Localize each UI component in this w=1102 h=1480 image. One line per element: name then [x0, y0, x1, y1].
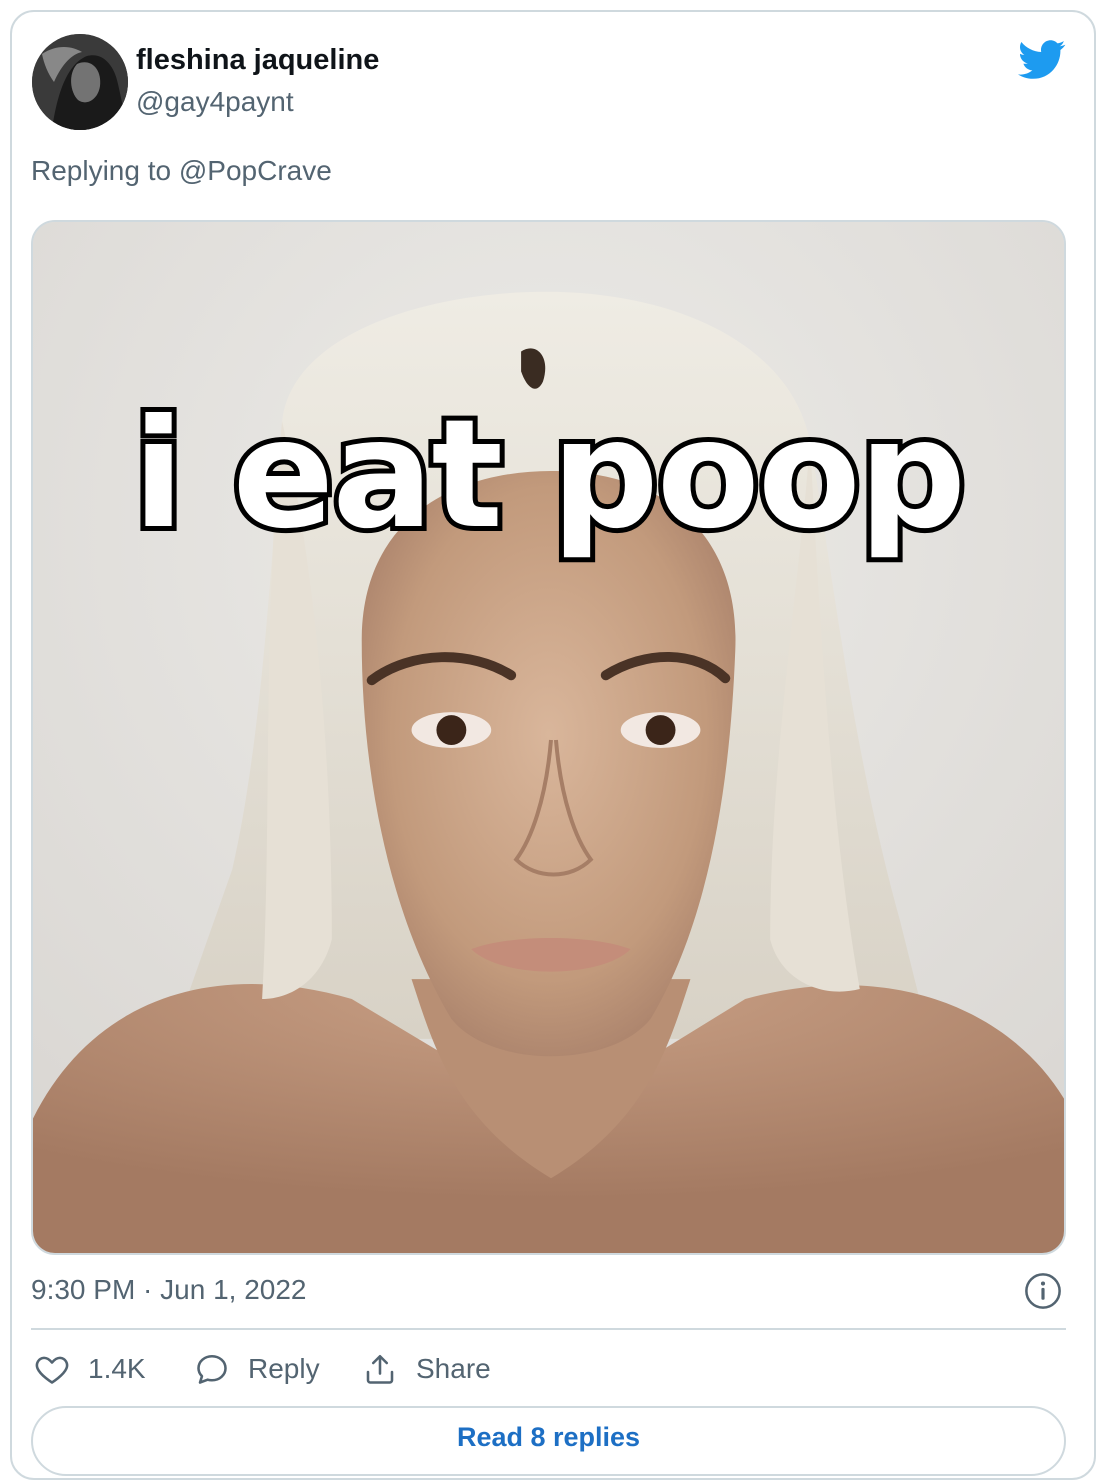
like-button[interactable]: 1.4K — [34, 1346, 146, 1392]
reply-button[interactable]: Reply — [194, 1346, 320, 1392]
twitter-bird-icon[interactable] — [1018, 40, 1066, 80]
share-button[interactable]: Share — [362, 1346, 491, 1392]
reply-bubble-icon — [197, 1354, 227, 1384]
tweet-media[interactable]: i eat poop — [31, 220, 1066, 1255]
divider — [31, 1328, 1066, 1330]
reply-label: Reply — [248, 1353, 320, 1384]
read-replies-button[interactable]: Read 8 replies — [31, 1406, 1066, 1476]
share-icon — [366, 1354, 394, 1384]
like-count: 1.4K — [88, 1353, 146, 1384]
media-caption: i eat poop — [128, 388, 971, 562]
tweet-timestamp[interactable]: 9:30 PM · Jun 1, 2022 — [31, 1274, 307, 1306]
replying-to[interactable]: Replying to @PopCrave — [31, 155, 332, 187]
info-icon[interactable] — [1024, 1272, 1062, 1310]
portrait-image — [33, 222, 1064, 1253]
heart-icon — [35, 1356, 69, 1384]
share-label: Share — [416, 1353, 491, 1384]
read-replies-label: Read 8 replies — [456, 1422, 641, 1452]
user-handle[interactable]: @gay4paynt — [136, 86, 294, 118]
avatar[interactable] — [32, 34, 128, 130]
display-name[interactable]: fleshina jaqueline — [136, 44, 379, 77]
